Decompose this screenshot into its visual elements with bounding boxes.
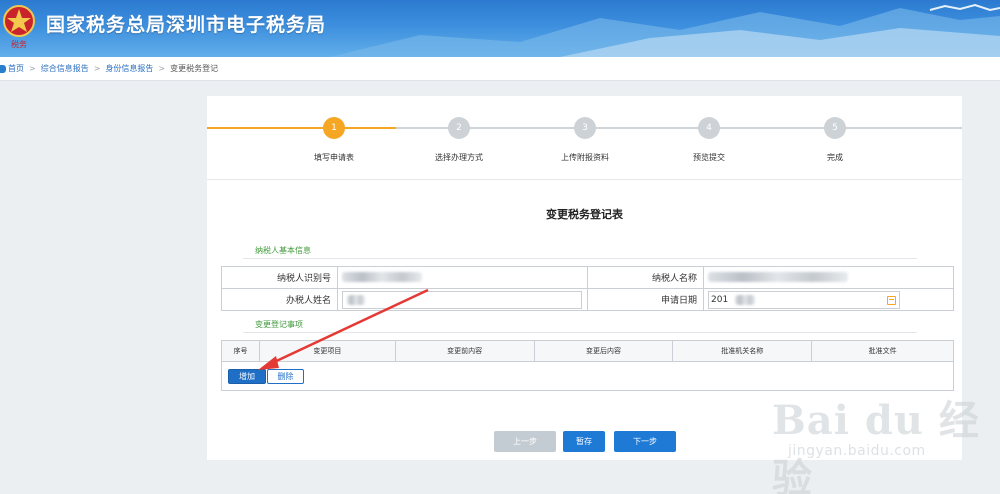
form-title: 变更税务登记表	[546, 208, 623, 221]
step-3-indicator: 3	[574, 117, 596, 139]
col-after: 变更后内容	[533, 340, 674, 362]
taxpayer-name-label: 纳税人名称	[587, 266, 704, 289]
handler-name-cell	[337, 288, 588, 311]
apply-date-cell: 201	[703, 288, 954, 311]
col-approval-authority: 批准机关名称	[672, 340, 813, 362]
breadcrumb-separator: >	[93, 64, 101, 73]
step-5-indicator: 5	[824, 117, 846, 139]
step-5-label: 完成	[827, 153, 843, 162]
delete-button[interactable]: 删除	[267, 369, 304, 384]
taxpayer-name-value	[703, 266, 954, 289]
calendar-icon[interactable]	[887, 295, 896, 305]
section-change-items: 变更登记事项	[255, 320, 303, 329]
redacted-text	[342, 272, 422, 283]
breadcrumb-home[interactable]: 首页	[8, 63, 24, 74]
apply-date-input[interactable]: 201	[708, 290, 900, 309]
col-approval-document: 批准文件	[811, 340, 954, 362]
site-title: 国家税务总局深圳市电子税务局	[46, 14, 327, 36]
header-banner: 税务 国家税务总局深圳市电子税务局	[0, 0, 1000, 57]
step-1-label: 填写申请表	[314, 153, 354, 162]
col-before: 变更前内容	[394, 340, 535, 362]
prev-step-button[interactable]: 上一步	[494, 431, 556, 452]
table-header-row: 序号 变更项目 变更前内容 变更后内容 批准机关名称 批准文件	[221, 340, 954, 362]
section-basic-info: 纳税人基本信息	[255, 246, 311, 255]
progress-line-done	[207, 127, 396, 129]
step-4-label: 预览提交	[693, 153, 725, 162]
redacted-text	[347, 294, 365, 305]
breadcrumb-identity-report[interactable]: 身份信息报告	[105, 63, 153, 74]
save-draft-button[interactable]: 暂存	[563, 431, 605, 452]
form-panel: 1 填写申请表 2 选择办理方式 3 上传附报资料 4 预览提交 5 完成 变更…	[207, 96, 962, 460]
section-divider	[243, 332, 917, 333]
step-progress: 1 填写申请表 2 选择办理方式 3 上传附报资料 4 预览提交 5 完成	[207, 96, 962, 180]
step-3-label: 上传附报资料	[561, 153, 609, 162]
svg-text:税务: 税务	[11, 39, 27, 49]
tax-emblem-logo: 税务	[2, 3, 36, 49]
table-row: 办税人姓名 申请日期 201	[221, 288, 954, 311]
section-divider	[243, 258, 917, 259]
breadcrumb-info-report[interactable]: 综合信息报告	[41, 63, 89, 74]
taxpayer-id-label: 纳税人识别号	[221, 266, 338, 289]
col-index: 序号	[221, 340, 260, 362]
basic-info-table: 纳税人识别号 纳税人名称 办税人姓名 申请日期 201	[221, 266, 954, 311]
apply-date-value: 201	[711, 294, 729, 305]
add-button[interactable]: 增加	[228, 369, 266, 384]
step-2-indicator: 2	[448, 117, 470, 139]
breadcrumb-current: 变更税务登记	[170, 64, 219, 73]
col-change-item: 变更项目	[258, 340, 396, 362]
breadcrumb: 首页 > 综合信息报告 > 身份信息报告 > 变更税务登记	[0, 57, 1000, 81]
change-items-table: 序号 变更项目 变更前内容 变更后内容 批准机关名称 批准文件	[221, 340, 954, 362]
breadcrumb-separator: >	[158, 64, 166, 73]
step-1-indicator: 1	[323, 117, 345, 139]
table-row: 纳税人识别号 纳税人名称	[221, 266, 954, 289]
progress-line-pending	[396, 127, 962, 129]
table-action-row: 增加 删除	[221, 362, 954, 391]
taxpayer-id-value	[337, 266, 588, 289]
step-2-label: 选择办理方式	[435, 153, 483, 162]
apply-date-label: 申请日期	[587, 288, 704, 311]
redacted-text	[708, 272, 848, 283]
breadcrumb-separator: >	[29, 64, 36, 73]
redacted-text	[735, 294, 755, 305]
handler-name-input[interactable]	[342, 290, 582, 309]
handler-name-label: 办税人姓名	[221, 288, 338, 311]
next-step-button[interactable]: 下一步	[614, 431, 676, 452]
step-4-indicator: 4	[698, 117, 720, 139]
home-icon	[0, 65, 6, 73]
